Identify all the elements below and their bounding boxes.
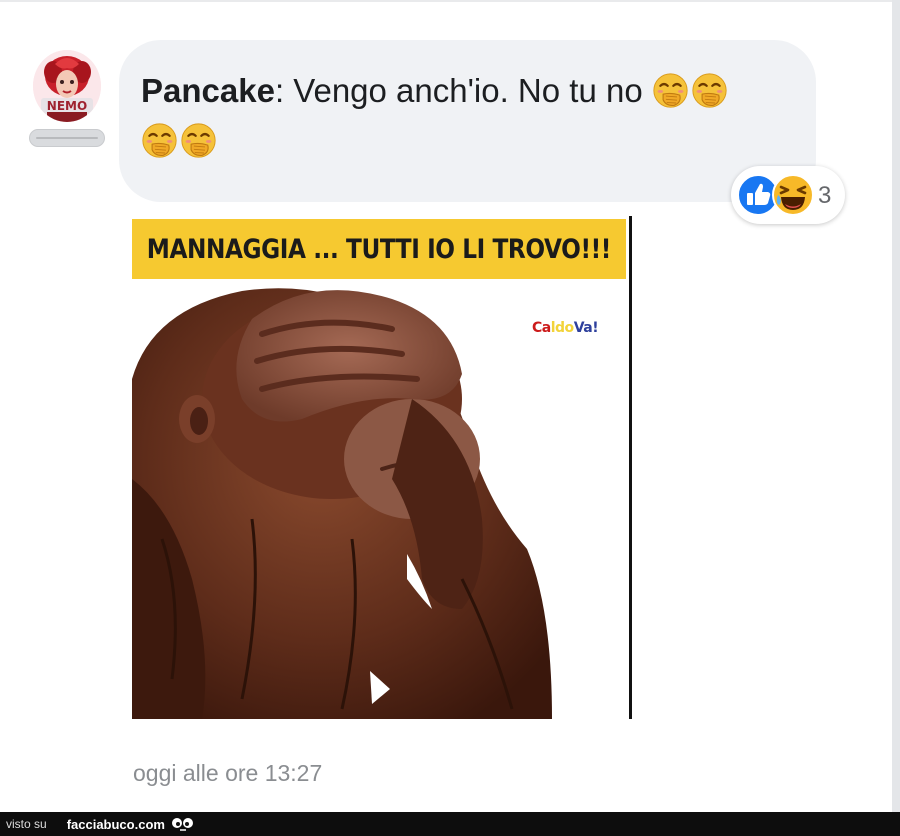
eyes-logo-icon <box>171 818 193 831</box>
face-with-hand-over-mouth-emoji <box>691 72 728 109</box>
top-divider <box>0 0 900 2</box>
comment-bubble[interactable]: Pancake: Vengo anch'io. No tu no <box>119 40 816 202</box>
author-name-placeholder <box>29 129 105 147</box>
scrollbar-track[interactable] <box>892 0 900 812</box>
comment-author[interactable]: Pancake <box>141 72 275 109</box>
meme-image[interactable]: MANNAGGIA ... TUTTI IO LI TROVO!!! Caldo… <box>132 216 631 719</box>
face-with-hand-over-mouth-emoji <box>180 122 217 159</box>
comment-timestamp: oggi alle ore 13:27 <box>133 760 323 786</box>
comment-text: Pancake: Vengo anch'io. No tu no <box>141 66 766 166</box>
watermark-footer: visto su facciabuco.com <box>0 812 900 836</box>
author-separator: : <box>274 72 285 109</box>
face-with-hand-over-mouth-emoji <box>652 72 689 109</box>
haha-reaction-icon <box>772 174 814 216</box>
meme-image-edge <box>629 216 632 719</box>
footer-brand[interactable]: facciabuco.com <box>67 817 165 832</box>
meme-caption: MANNAGGIA ... TUTTI IO LI TROVO!!! <box>146 233 612 265</box>
comment-message: Vengo anch'io. No tu no <box>284 72 652 109</box>
facepalm-orangutan-picture <box>132 288 552 719</box>
face-with-hand-over-mouth-emoji <box>141 122 178 159</box>
reactions-summary[interactable]: 3 <box>731 166 845 224</box>
avatar-illustration: NEMO <box>33 50 101 122</box>
reaction-count: 3 <box>818 182 832 209</box>
meme-banner: MANNAGGIA ... TUTTI IO LI TROVO!!! <box>132 219 626 279</box>
svg-text:NEMO: NEMO <box>47 99 87 113</box>
footer-prefix: visto su <box>6 817 47 831</box>
avatar[interactable]: NEMO <box>33 50 101 122</box>
